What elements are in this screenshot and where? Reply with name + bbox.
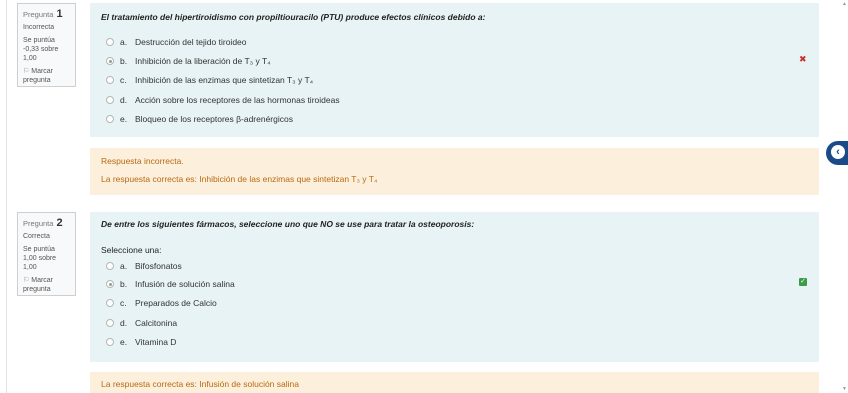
question-state: Correcta bbox=[23, 233, 50, 240]
answer-option-b[interactable]: b. Inhibición de la liberación de T₃ y T₄ bbox=[106, 56, 271, 66]
question-feedback-2: La respuesta correcta es: Infusión de so… bbox=[90, 372, 819, 393]
question-state: Incorrecta bbox=[23, 24, 55, 31]
question-grade: Se puntúa -0,33 sobre 1,00 bbox=[23, 37, 59, 62]
answer-option-c[interactable]: c. Inhibición de las enzimas que sintetiz… bbox=[106, 75, 313, 85]
question-feedback-1: Respuesta incorrecta. La respuesta corre… bbox=[90, 148, 819, 195]
scroll-down-arrow-icon[interactable]: ▼ bbox=[842, 386, 847, 392]
question-info-2: Pregunta 2 Correcta Se puntúa 1,00 sobre… bbox=[17, 212, 76, 296]
radio-button[interactable] bbox=[106, 76, 114, 84]
radio-button-selected[interactable] bbox=[106, 280, 114, 288]
select-prompt: Seleccione una: bbox=[101, 245, 162, 255]
flag-icon: ⚐ bbox=[23, 277, 30, 284]
answer-option-a[interactable]: a. Destrucción del tejido tiroideo bbox=[106, 37, 247, 47]
answer-option-a[interactable]: a. Bifosfonatos bbox=[106, 261, 182, 271]
feedback-line: Respuesta incorrecta. bbox=[101, 156, 184, 166]
feedback-correct-answer: La respuesta correcta es: Infusión de so… bbox=[101, 379, 299, 389]
radio-button[interactable] bbox=[106, 115, 114, 123]
answer-option-e[interactable]: e. Vitamina D bbox=[106, 337, 176, 347]
correct-check-icon: ✓ bbox=[799, 278, 807, 286]
radio-button[interactable] bbox=[106, 262, 114, 270]
answer-option-d[interactable]: d. Acción sobre los receptores de las hor… bbox=[106, 95, 340, 105]
question-text: De entre los siguientes fármacos, selecc… bbox=[101, 219, 475, 229]
answer-option-d[interactable]: d. Calcitonina bbox=[106, 318, 177, 328]
question-grade: Se puntúa 1,00 sobre 1,00 bbox=[23, 246, 57, 271]
question-number: Pregunta 2 bbox=[23, 217, 63, 229]
question-info-1: Pregunta 1 Incorrecta Se puntúa -0,33 so… bbox=[17, 3, 76, 87]
feedback-correct-answer: La respuesta correcta es: Inhibición de … bbox=[101, 174, 378, 184]
flag-question-link[interactable]: ⚐ Marcar pregunta bbox=[23, 67, 70, 85]
page-left-border bbox=[6, 0, 7, 393]
answer-option-e[interactable]: e. Bloqueo de los receptores β-adrenérgic… bbox=[106, 114, 293, 124]
answer-option-c[interactable]: c. Preparados de Calcio bbox=[106, 298, 217, 308]
incorrect-x-icon: ✖ bbox=[799, 54, 807, 64]
flag-question-link[interactable]: ⚐ Marcar pregunta bbox=[23, 276, 70, 294]
scroll-up-arrow-icon[interactable]: ▲ bbox=[842, 1, 847, 7]
radio-button[interactable] bbox=[106, 319, 114, 327]
page-scrollbar[interactable] bbox=[840, 0, 848, 393]
radio-button[interactable] bbox=[106, 299, 114, 307]
flag-icon: ⚐ bbox=[23, 68, 30, 75]
answer-option-b[interactable]: b. Infusión de solución salina bbox=[106, 279, 235, 289]
question-number: Pregunta 1 bbox=[23, 8, 63, 20]
question-formulation-2: De entre los siguientes fármacos, selecc… bbox=[90, 212, 819, 362]
radio-button[interactable] bbox=[106, 96, 114, 104]
radio-button-selected[interactable] bbox=[106, 57, 114, 65]
radio-button[interactable] bbox=[106, 38, 114, 46]
radio-button[interactable] bbox=[106, 338, 114, 346]
question-text: El tratamiento del hipertiroidismo con p… bbox=[101, 12, 486, 22]
question-formulation-1: El tratamiento del hipertiroidismo con p… bbox=[90, 3, 819, 137]
